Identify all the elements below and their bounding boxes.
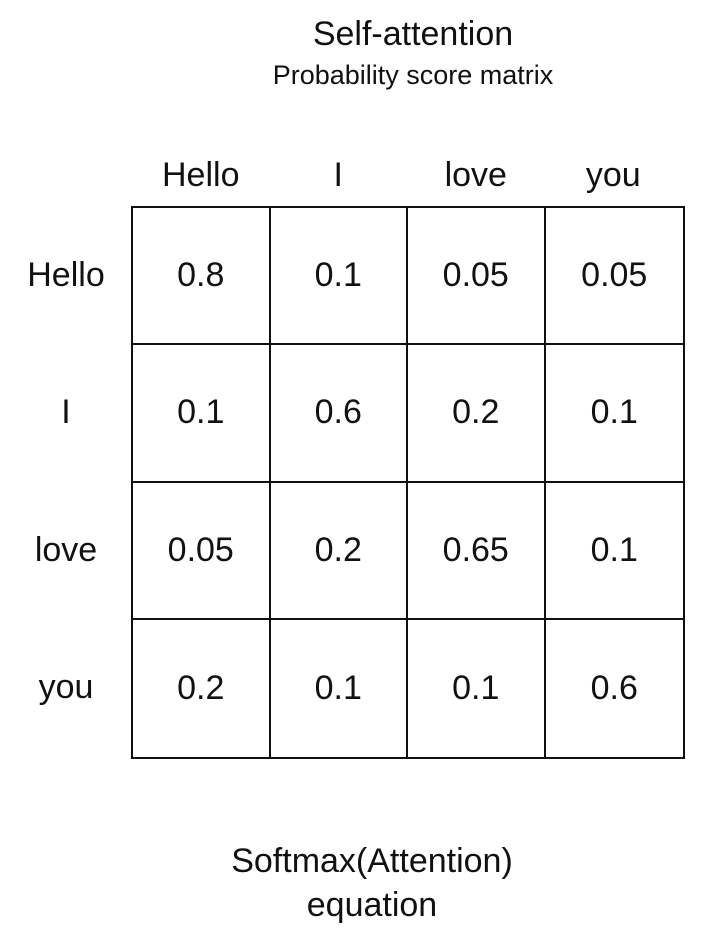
matrix-cell: 0.1 bbox=[545, 483, 683, 620]
row-header-love: love bbox=[34, 530, 98, 569]
matrix-cell: 0.6 bbox=[590, 668, 638, 707]
column-header-you: you bbox=[585, 156, 641, 194]
matrix-cell: 0.2 bbox=[408, 345, 546, 483]
matrix-cell: 0.1 bbox=[408, 619, 546, 757]
matrix-cell: 0.8 bbox=[133, 208, 271, 346]
matrix-cell: 0.6 bbox=[270, 345, 408, 483]
diagram-title: Self-attention bbox=[312, 15, 514, 53]
matrix-cell: 0.1 bbox=[545, 345, 683, 483]
matrix-cell: 0.2 bbox=[270, 482, 408, 620]
column-header-love: love bbox=[444, 156, 507, 194]
matrix-cell: 0.05 bbox=[408, 208, 546, 346]
matrix-cell: 0.2 bbox=[133, 619, 271, 757]
matrix-cell: 0.1 bbox=[133, 345, 271, 483]
column-headers: Hello I love you bbox=[132, 152, 682, 198]
column-header-hello: Hello bbox=[162, 156, 240, 194]
diagram-subtitle: Probability score matrix bbox=[272, 60, 554, 90]
matrix-cell: 0.1 bbox=[271, 619, 408, 757]
row-header-hello: Hello bbox=[27, 256, 105, 295]
footer-caption-line2: equation bbox=[306, 886, 438, 924]
row-header-i: I bbox=[61, 393, 71, 432]
row-header-you: you bbox=[38, 667, 94, 706]
column-header-i: I bbox=[333, 156, 343, 194]
matrix-cell: 0.65 bbox=[408, 482, 546, 620]
footer-caption-line1: Softmax(Attention) bbox=[231, 842, 513, 880]
matrix-cell: 0.1 bbox=[270, 208, 408, 346]
row-headers: Hello I love you bbox=[0, 207, 132, 756]
probability-score-matrix: 0.8 0.1 0.05 0.05 0.1 0.6 0.2 0.1 0.05 0… bbox=[131, 206, 685, 759]
matrix-cell: 0.05 bbox=[545, 208, 683, 346]
matrix-cell: 0.05 bbox=[133, 482, 271, 620]
